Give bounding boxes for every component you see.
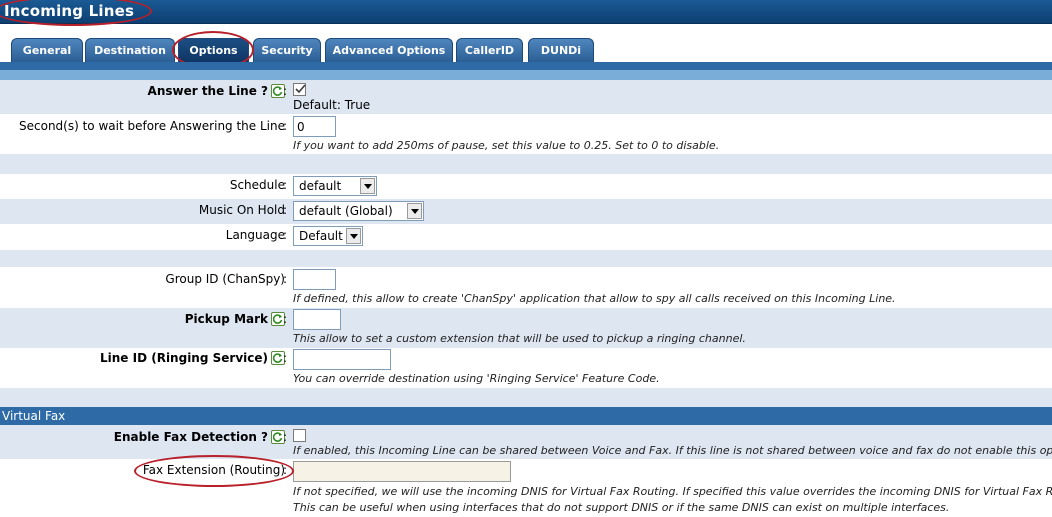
pickup-mark-input[interactable]	[293, 309, 341, 330]
line-id-input[interactable]	[293, 349, 391, 370]
page-title: Incoming Lines	[4, 2, 135, 20]
schedule-select[interactable]: default	[293, 176, 377, 196]
colon: :	[283, 463, 288, 477]
enable-fax-label: Enable Fax Detection ?	[113, 430, 268, 444]
music-on-hold-value: default (Global)	[299, 204, 393, 218]
pickup-mark-label: Pickup Mark	[184, 312, 268, 326]
tab-dundi[interactable]: DUNDi	[528, 38, 594, 62]
row-schedule: Schedule : default	[0, 174, 1052, 199]
colon: :	[283, 430, 288, 444]
spacer-row	[0, 250, 1052, 267]
chevron-down-icon[interactable]	[360, 178, 375, 194]
spacer-row	[0, 154, 1052, 174]
group-id-hint: If defined, this allow to create 'ChanSp…	[293, 292, 896, 305]
colon: :	[283, 228, 288, 242]
tab-bar: General Destination Options Security Adv…	[0, 38, 1052, 62]
colon: :	[283, 84, 288, 98]
answer-line-label: Answer the Line ?	[147, 84, 268, 98]
schedule-value: default	[299, 179, 342, 193]
tab-underline-bar	[0, 62, 1052, 70]
fax-extension-hint-line1: If not specified, we will use the incomi…	[293, 485, 1052, 498]
section-header-virtual-fax: Virtual Fax	[0, 407, 1052, 425]
answer-line-checkbox[interactable]	[293, 83, 306, 96]
language-select[interactable]: Default	[293, 226, 363, 246]
pickup-mark-hint: This allow to set a custom extension tha…	[293, 332, 746, 345]
pickup-mark-label-wrap: Pickup Mark	[185, 312, 285, 326]
row-language: Language : Default	[0, 224, 1052, 250]
line-id-label: Line ID (Ringing Service)	[100, 351, 268, 365]
tab-advanced-options[interactable]: Advanced Options	[325, 38, 453, 62]
answer-line-label-wrap: Answer the Line ?	[148, 84, 285, 98]
tab-options[interactable]: Options	[178, 38, 249, 62]
header-strip	[0, 70, 1052, 80]
enable-fax-hint: If enabled, this Incoming Line can be sh…	[293, 444, 1052, 457]
row-line-id: Line ID (Ringing Service) : You can over…	[0, 348, 1052, 388]
fax-extension-hint-line2: This can be useful when using interfaces…	[293, 501, 950, 514]
group-id-input[interactable]	[293, 269, 336, 290]
tab-general[interactable]: General	[11, 38, 83, 62]
row-wait-seconds: Second(s) to wait before Answering the L…	[0, 114, 1052, 154]
row-enable-fax: Enable Fax Detection ? : If enabled, thi…	[0, 425, 1052, 459]
answer-line-default: Default: True	[293, 98, 371, 112]
colon: :	[283, 178, 288, 192]
colon: :	[283, 312, 288, 326]
chevron-down-icon[interactable]	[346, 228, 361, 244]
chevron-down-icon[interactable]	[407, 203, 422, 219]
row-music-on-hold: Music On Hold : default (Global)	[0, 199, 1052, 224]
row-pickup-mark: Pickup Mark : This allow to set a custom…	[0, 308, 1052, 348]
colon: :	[283, 203, 288, 217]
tab-security[interactable]: Security	[253, 38, 321, 62]
music-on-hold-label: Music On Hold	[198, 203, 285, 217]
colon: :	[283, 272, 288, 286]
tab-callerid[interactable]: CallerID	[456, 38, 523, 62]
enable-fax-label-wrap: Enable Fax Detection ?	[114, 430, 285, 444]
language-label: Language	[225, 228, 285, 242]
enable-fax-checkbox[interactable]	[293, 429, 306, 442]
line-id-label-wrap: Line ID (Ringing Service)	[100, 351, 285, 365]
colon: :	[283, 119, 288, 133]
title-bar: Incoming Lines	[0, 0, 1052, 24]
line-id-hint: You can override destination using 'Ring…	[293, 372, 660, 385]
music-on-hold-select[interactable]: default (Global)	[293, 201, 424, 221]
colon: :	[283, 351, 288, 365]
row-group-id: Group ID (ChanSpy) : If defined, this al…	[0, 267, 1052, 308]
fax-extension-label: Fax Extension (Routing)	[142, 463, 285, 477]
checkmark-icon	[295, 84, 306, 94]
language-value: Default	[299, 229, 343, 243]
group-id-label: Group ID (ChanSpy)	[165, 272, 285, 286]
schedule-label: Schedule	[229, 178, 285, 192]
wait-seconds-label: Second(s) to wait before Answering the L…	[19, 119, 285, 133]
fax-extension-input[interactable]	[293, 461, 511, 482]
tab-destination[interactable]: Destination	[85, 38, 175, 62]
wait-seconds-input[interactable]	[293, 116, 336, 137]
spacer-row	[0, 388, 1052, 407]
row-answer-line: Answer the Line ? : Default: True	[0, 80, 1052, 114]
row-fax-extension: Fax Extension (Routing) : If not specifi…	[0, 459, 1052, 517]
wait-seconds-hint: If you want to add 250ms of pause, set t…	[293, 139, 720, 152]
